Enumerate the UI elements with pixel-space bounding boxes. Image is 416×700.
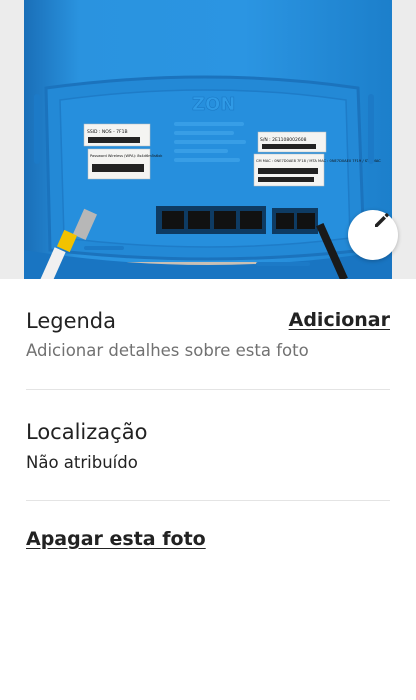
edit-photo-button[interactable] [348, 210, 398, 260]
sticker-mac-text: CM MAC : 0NE7D0AE8 7F18 / MTA MAC : 0NE7… [256, 159, 381, 163]
sticker-ssid-text: SSID : NOS - 7F1B [87, 129, 128, 135]
sticker-password-text: Password Wireless (WPA): 8s4d6m5s6xk [90, 154, 163, 158]
divider [26, 500, 390, 501]
delete-photo-link[interactable]: Apagar esta foto [26, 528, 390, 550]
router-photo: ZON SSID : NOS - 7F1B Password Wireless … [24, 0, 392, 279]
caption-hint: Adicionar detalhes sobre esta foto [26, 341, 309, 360]
device-brand-text: ZON [192, 94, 235, 115]
location-title: Localização [26, 420, 148, 444]
divider [26, 389, 390, 390]
add-caption-link[interactable]: Adicionar [289, 309, 390, 331]
pencil-icon [375, 213, 389, 227]
sticker-serial-text: S/N : 2E1108002608 [260, 137, 307, 143]
location-value: Não atribuído [26, 453, 138, 472]
photo-preview: ZON SSID : NOS - 7F1B Password Wireless … [0, 0, 416, 279]
